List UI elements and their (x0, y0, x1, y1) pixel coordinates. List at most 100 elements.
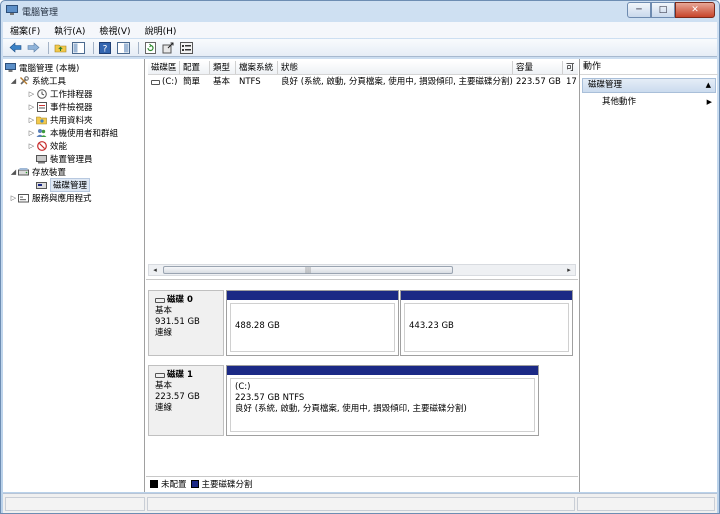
collapsed-arrow-icon[interactable]: ▷ (27, 129, 36, 137)
volume-cell-free: 17 (566, 77, 577, 87)
tree-item-task-scheduler[interactable]: ▷ 工作排程器 (27, 87, 93, 100)
tools-icon (18, 75, 29, 86)
tree-item-device-manager[interactable]: 裝置管理員 (36, 152, 93, 165)
minimize-button[interactable]: ─ (627, 2, 651, 18)
collapsed-arrow-icon[interactable]: ▷ (27, 116, 36, 124)
column-header-free[interactable]: 可 (563, 61, 578, 74)
actions-section-disk-management[interactable]: 磁碟管理 ▲ (582, 78, 716, 93)
menu-bar: 檔案(F) 執行(A) 檢視(V) 說明(H) (3, 22, 717, 38)
tree-item-shared-folders[interactable]: ▷ 共用資料夾 (27, 113, 93, 126)
column-header-status[interactable]: 狀態 (278, 61, 513, 74)
tree-label: 工作排程器 (50, 89, 93, 100)
disk-1-size: 223.57 GB (155, 392, 200, 402)
horizontal-scrollbar[interactable]: ◂ ||| ▸ (148, 264, 576, 276)
tree-root[interactable]: 電腦管理 (本機) (5, 61, 79, 74)
disk-1-type: 基本 (155, 381, 173, 391)
legend-unallocated-label: 未配置 (161, 479, 187, 490)
volume-row[interactable]: (C:) 簡單 基本 NTFS 良好 (系統, 啟動, 分頁檔案, 使用中, 損… (148, 76, 578, 89)
submenu-arrow-icon: ▶ (706, 98, 712, 106)
disk-management-icon (36, 180, 47, 190)
tree-item-system-tools[interactable]: ◢ 系統工具 (9, 74, 66, 87)
disk-graph-area: 磁碟 0 基本 931.51 GB 連線 488.28 GB 443.23 GB (146, 279, 578, 475)
tree-item-event-viewer[interactable]: ▷ 事件檢視器 (27, 100, 93, 113)
actions-title: 動作 (580, 59, 718, 75)
volume-list-header: 磁碟區 配置 類型 檔案系統 狀態 容量 可 (148, 61, 578, 75)
menu-help[interactable]: 說明(H) (138, 24, 184, 37)
tree-item-local-users[interactable]: ▷ 本機使用者和群組 (27, 126, 118, 139)
properties-icon[interactable] (116, 41, 130, 55)
refresh-icon[interactable] (143, 41, 157, 55)
disk-1-status: 連線 (155, 403, 173, 413)
tree-item-performance[interactable]: ▷ 效能 (27, 139, 67, 152)
collapse-arrow-icon[interactable]: ▲ (706, 79, 711, 92)
help-icon[interactable]: ? (98, 41, 112, 55)
tree-label: 系統工具 (32, 76, 67, 87)
legend-unallocated-swatch (150, 479, 158, 488)
disk-0-label[interactable]: 磁碟 0 基本 931.51 GB 連線 (148, 290, 224, 356)
collapsed-arrow-icon[interactable]: ▷ (27, 90, 36, 98)
legend: 未配置 主要磁碟分割 (146, 476, 578, 490)
partition-body: 488.28 GB (230, 303, 395, 352)
actions-more[interactable]: 其他動作 ▶ (602, 96, 714, 109)
disk-0-partition-2[interactable]: 443.23 GB (400, 290, 573, 356)
up-folder-icon[interactable] (53, 41, 67, 55)
toolbar: ? (3, 39, 717, 57)
status-segment-3 (577, 497, 715, 511)
actions-section-label: 磁碟管理 (588, 80, 623, 90)
column-header-filesystem[interactable]: 檔案系統 (236, 61, 278, 74)
status-bar (3, 493, 717, 513)
device-manager-icon (36, 154, 47, 164)
column-header-capacity[interactable]: 容量 (513, 61, 563, 74)
tree-label: 服務與應用程式 (32, 193, 92, 204)
back-arrow-icon[interactable] (8, 41, 22, 55)
partition-bar (227, 291, 398, 300)
event-log-icon (36, 101, 47, 112)
scroll-right-arrow-icon[interactable]: ▸ (563, 265, 575, 275)
disk-1-partition-c[interactable]: (C:) 223.57 GB NTFS 良好 (系統, 啟動, 分頁檔案, 使用… (226, 365, 539, 436)
collapsed-arrow-icon[interactable]: ▷ (9, 194, 18, 202)
tree-item-storage[interactable]: ◢ 存放裝置 (9, 165, 66, 178)
computer-management-icon (5, 62, 16, 73)
column-header-type[interactable]: 類型 (210, 61, 236, 74)
status-segment-2 (147, 497, 575, 511)
close-button[interactable]: ✕ (675, 2, 715, 18)
disk-management-panel: 磁碟區 配置 類型 檔案系統 狀態 容量 可 (C:) 簡單 基本 NTFS 良… (146, 59, 578, 492)
content-area: 電腦管理 (本機) ◢ 系統工具 ▷ 工作排程器 ▷ 事件檢視器 ▷ 共用資料夾… (3, 59, 718, 492)
disk-icon (155, 373, 165, 378)
expanded-arrow-icon[interactable]: ◢ (9, 77, 18, 85)
collapsed-arrow-icon[interactable]: ▷ (27, 103, 36, 111)
tree-item-disk-management[interactable]: 磁碟管理 (36, 177, 91, 192)
disk-1-label[interactable]: 磁碟 1 基本 223.57 GB 連線 (148, 365, 224, 436)
show-tree-icon[interactable] (71, 41, 85, 55)
forward-arrow-icon[interactable] (26, 41, 40, 55)
column-header-layout[interactable]: 配置 (180, 61, 210, 74)
tree-label: 共用資料夾 (50, 115, 93, 126)
scroll-grip: ||| (304, 266, 312, 274)
menu-view[interactable]: 檢視(V) (92, 24, 137, 37)
tree-label: 本機使用者和群組 (50, 128, 119, 139)
clock-icon (36, 88, 47, 99)
scroll-left-arrow-icon[interactable]: ◂ (149, 265, 161, 275)
partition-bar (227, 366, 538, 375)
services-icon (18, 193, 29, 203)
window-title: 電腦管理 (22, 8, 59, 18)
collapsed-arrow-icon[interactable]: ▷ (27, 142, 36, 150)
toolbar-separator (93, 41, 94, 54)
settings-icon[interactable] (179, 41, 193, 55)
tree-label: 裝置管理員 (50, 154, 93, 165)
menu-action[interactable]: 執行(A) (47, 24, 92, 37)
disk-0-partition-1[interactable]: 488.28 GB (226, 290, 399, 356)
toolbar-separator (138, 41, 139, 54)
maximize-button[interactable]: □ (651, 2, 675, 18)
tree-label: 存放裝置 (32, 167, 67, 178)
expanded-arrow-icon[interactable]: ◢ (9, 168, 18, 176)
scroll-thumb[interactable]: ||| (163, 266, 453, 274)
title-bar: 電腦管理 ─ □ ✕ (1, 1, 719, 21)
partition-size: 488.28 GB (235, 321, 280, 331)
storage-icon (18, 167, 29, 177)
performance-icon (36, 140, 47, 151)
export-icon[interactable] (161, 41, 175, 55)
tree-item-services-apps[interactable]: ▷ 服務與應用程式 (9, 191, 92, 204)
column-header-volume[interactable]: 磁碟區 (148, 61, 180, 74)
menu-file[interactable]: 檔案(F) (3, 24, 47, 37)
